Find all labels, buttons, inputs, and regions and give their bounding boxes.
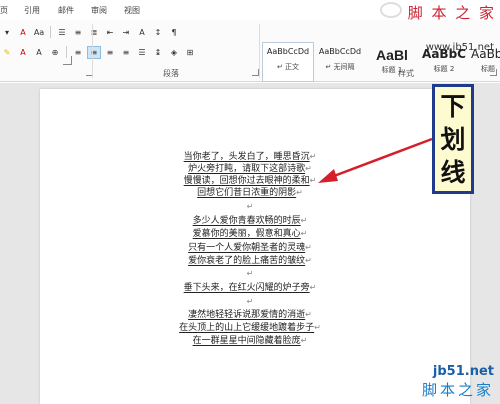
font-color-icon[interactable]: A [16, 46, 30, 59]
align-center-icon[interactable]: ≡ [87, 45, 101, 59]
annotation-arrow-icon [318, 137, 433, 183]
margin-corner-mark [63, 56, 72, 65]
increase-indent-icon[interactable]: ⇥ [119, 26, 133, 39]
callout-char: 线 [440, 157, 466, 187]
callout-char: 下 [440, 91, 466, 121]
numbering-icon[interactable]: ≡ [71, 26, 85, 39]
poem-line-text: 爱慕你的美丽，假意和真心 [192, 229, 301, 239]
sort-icon[interactable]: ↕ [151, 26, 165, 39]
paragraph-mark-icon: ↵ [305, 310, 312, 319]
style-name: 标题 2 [433, 65, 455, 73]
borders-icon[interactable]: ⊞ [183, 46, 197, 59]
poem-line-text: 回想它们昔日浓重的阴影 [197, 188, 297, 198]
watermark-bottom-title: 脚本之家 [421, 381, 494, 399]
multilevel-list-icon[interactable]: ≣ [87, 26, 101, 39]
poem-line-text: 当你老了，头发白了，睡思昏沉 [183, 152, 310, 162]
empty-paragraph: ↵ [0, 268, 500, 280]
paragraph-mark-icon: ↵ [305, 256, 312, 265]
paragraph-mark-icon: ↵ [300, 229, 308, 238]
tab-mailings[interactable]: 邮件 [58, 5, 74, 16]
poem-line-text: 多少人爱你青春欢畅的时辰 [192, 216, 301, 226]
tab-page-layout[interactable]: 页 [0, 5, 8, 16]
style-preview: AaBbCcDd [318, 47, 362, 56]
poem-line: 在头顶上的山上它缓缓地踱着步子↵ [0, 322, 500, 334]
style-name: ↵ 无间隔 [325, 63, 355, 71]
style-no-spacing[interactable]: AaBbCcDd ↵ 无间隔 [314, 42, 366, 82]
paragraph-mark-icon: ↵ [314, 323, 321, 332]
group-divider [92, 24, 93, 78]
ribbon-tab-bar: 页 引用 邮件 审阅 视图 脚 本 之 家 [0, 0, 500, 22]
decrease-indent-icon[interactable]: ⇤ [103, 26, 117, 39]
callout-char: 划 [440, 124, 466, 154]
enclose-char-icon[interactable]: ⊕ [48, 46, 62, 59]
watermark-logo-icon [380, 2, 402, 18]
poem-line-text: 慢慢读，回想你过去眼神的柔和 [183, 176, 310, 186]
paragraph-row-1: ▾ A Aa ☰ ≡ ≣ ⇤ ⇥ A ↕ ¶ [0, 24, 181, 40]
poem-line: 只有一个人爱你朝圣者的灵魂↵ [0, 242, 500, 254]
paragraph-mark-icon: ↵ [246, 202, 254, 211]
poem-line-text: 在一群星星中间隐藏着脸庞 [192, 336, 301, 346]
paragraph-mark-icon: ↵ [305, 243, 312, 252]
watermark-bottom: jb51.net 脚本之家 [422, 364, 494, 400]
paragraph-row-2: ✎ A A ⊕ ≡ ≡ ≡ ≡ ☰ ↨ ◈ ⊞ [0, 44, 197, 60]
poem-line-text: 凄然地轻轻诉说那爱情的消逝 [188, 310, 306, 320]
line-spacing-icon[interactable]: ↨ [151, 46, 165, 59]
shading-icon[interactable]: ◈ [167, 46, 181, 59]
group-divider [259, 24, 260, 78]
style-preview: AaBl [376, 47, 408, 63]
paragraph-mark-icon: ↵ [300, 216, 308, 225]
tab-view[interactable]: 视图 [124, 5, 140, 16]
clear-format-icon[interactable]: ▾ [0, 26, 14, 39]
tab-review[interactable]: 审阅 [91, 5, 107, 16]
poem-line: 在一群星星中间隐藏着脸庞↵ [0, 335, 500, 347]
styles-dialog-launcher-icon[interactable] [490, 69, 497, 76]
paragraph-mark-icon: ↵ [309, 283, 317, 292]
ribbon: ▾ A Aa ☰ ≡ ≣ ⇤ ⇥ A ↕ ¶ ✎ A A ⊕ ≡ ≡ ≡ ≡ ☰… [0, 20, 500, 82]
group-label-styles: 样式 [398, 69, 414, 78]
change-case-icon[interactable]: Aa [32, 26, 46, 39]
poem-line: 垂下头来，在红火闪耀的炉子旁↵ [0, 282, 500, 294]
watermark-url: www.jb51.net [425, 42, 494, 53]
divider [50, 26, 51, 38]
poem-line: 爱慕你的美丽，假意和真心↵ [0, 228, 500, 240]
poem-line: 爱你衰老了的脸上痛苦的皱纹↵ [0, 255, 500, 267]
paragraph-dialog-launcher-icon[interactable] [252, 69, 259, 76]
distributed-icon[interactable]: ☰ [135, 46, 149, 59]
align-right-icon[interactable]: ≡ [103, 46, 117, 59]
poem-line-text: 炉火旁打盹，请取下这部诗歌 [188, 164, 306, 174]
paragraph-mark-icon: ↵ [246, 297, 254, 306]
poem-line-text: 只有一个人爱你朝圣者的灵魂 [188, 243, 306, 253]
char-shading-icon[interactable]: A [32, 46, 46, 59]
group-label-paragraph: 段落 [163, 69, 179, 78]
bullets-icon[interactable]: ☰ [55, 26, 69, 39]
style-normal[interactable]: AaBbCcDd ↵ 正文 [262, 42, 314, 82]
font-color-a-icon[interactable]: A [16, 26, 30, 39]
tab-references[interactable]: 引用 [24, 5, 40, 16]
poem-line-text: 垂下头来，在红火闪耀的炉子旁 [183, 283, 310, 293]
text-highlight-icon[interactable]: ✎ [0, 46, 14, 59]
poem-line-text: 在头顶上的山上它缓缓地踱着步子 [179, 323, 315, 333]
style-preview: AaBbCcDd [266, 47, 310, 56]
watermark-bottom-url: jb51.net [432, 364, 494, 379]
empty-paragraph: ↵ [0, 296, 500, 308]
poem-line: 多少人爱你青春欢畅的时辰↵ [0, 215, 500, 227]
show-marks-icon[interactable]: ¶ [167, 26, 181, 39]
annotation-callout: 下 划 线 [432, 84, 474, 194]
chinese-layout-icon[interactable]: A [135, 26, 149, 39]
style-name: ↵ 正文 [276, 63, 300, 71]
poem-line-text: 爱你衰老了的脸上痛苦的皱纹 [188, 256, 306, 266]
justify-icon[interactable]: ≡ [119, 46, 133, 59]
paragraph-mark-icon: ↵ [300, 336, 308, 345]
paragraph-mark-icon: ↵ [246, 269, 254, 278]
empty-paragraph: ↵ [0, 201, 500, 213]
poem-line: 凄然地轻轻诉说那爱情的消逝↵ [0, 309, 500, 321]
align-left-icon[interactable]: ≡ [71, 46, 85, 59]
